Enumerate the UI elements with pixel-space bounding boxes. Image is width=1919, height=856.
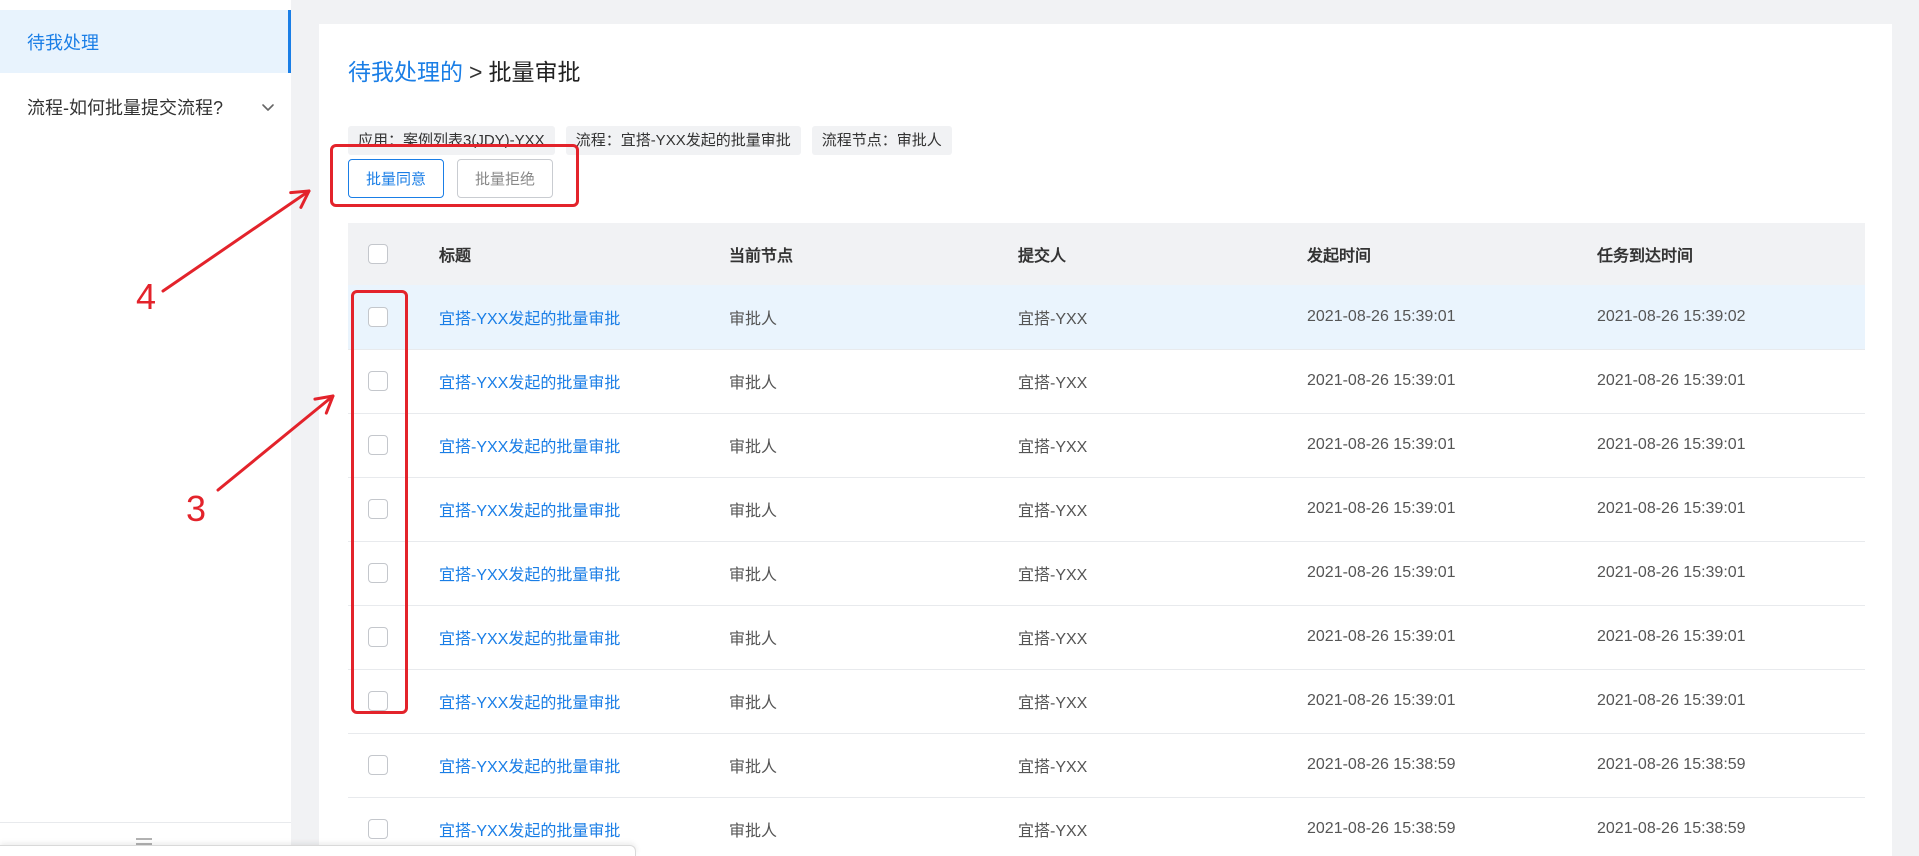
- row-submitter: 宜搭-YXX: [1018, 503, 1088, 520]
- tag-process: 流程：宜搭-YXX发起的批量审批: [565, 126, 801, 155]
- row-title-link[interactable]: 宜搭-YXX发起的批量审批: [439, 631, 620, 648]
- row-select-cell: [348, 733, 439, 797]
- row-current-node: 审批人: [729, 439, 778, 456]
- row-current-node: 审批人: [729, 631, 778, 648]
- sidebar: 待我处理 流程-如何批量提交流程?: [0, 0, 291, 856]
- row-current-node: 审批人: [729, 759, 778, 776]
- row-title-link[interactable]: 宜搭-YXX发起的批量审批: [439, 823, 620, 840]
- row-current-node: 审批人: [729, 823, 778, 840]
- row-start-time: 2021-08-26 15:39:01: [1307, 628, 1456, 645]
- task-table: 标题 当前节点 提交人 发起时间 任务到达时间 宜搭-YXX发起的批量审批 审批人…: [348, 223, 1865, 856]
- tag-process-node: 流程节点：审批人: [811, 126, 952, 155]
- column-header-title: 标题: [439, 248, 472, 265]
- row-submitter: 宜搭-YXX: [1018, 631, 1088, 648]
- table-row[interactable]: 宜搭-YXX发起的批量审批 审批人 宜搭-YXX 2021-08-26 15:39:0…: [348, 605, 1865, 669]
- table-body: 宜搭-YXX发起的批量审批 审批人 宜搭-YXX 2021-08-26 15:39:0…: [348, 285, 1865, 856]
- breadcrumb-parent-link[interactable]: 待我处理的: [348, 59, 463, 85]
- column-header-submitter: 提交人: [1018, 248, 1067, 265]
- row-title-link[interactable]: 宜搭-YXX发起的批量审批: [439, 759, 620, 776]
- table-row[interactable]: 宜搭-YXX发起的批量审批 审批人 宜搭-YXX 2021-08-26 15:39:0…: [348, 413, 1865, 477]
- sidebar-item-batch-submit-process[interactable]: 流程-如何批量提交流程?: [0, 75, 291, 138]
- row-checkbox[interactable]: [368, 755, 388, 775]
- row-title-cell: 宜搭-YXX发起的批量审批: [439, 605, 729, 669]
- row-title-link[interactable]: 宜搭-YXX发起的批量审批: [439, 695, 620, 712]
- row-submitter: 宜搭-YXX: [1018, 823, 1088, 840]
- row-title-cell: 宜搭-YXX发起的批量审批: [439, 541, 729, 605]
- sidebar-item-pending[interactable]: 待我处理: [0, 10, 291, 73]
- table-header-row: 标题 当前节点 提交人 发起时间 任务到达时间: [348, 223, 1865, 285]
- row-title-cell: 宜搭-YXX发起的批量审批: [439, 285, 729, 349]
- table-row[interactable]: 宜搭-YXX发起的批量审批 审批人 宜搭-YXX 2021-08-26 15:39:0…: [348, 477, 1865, 541]
- row-arrival-time: 2021-08-26 15:39:01: [1597, 628, 1746, 645]
- row-start-time: 2021-08-26 15:39:01: [1307, 564, 1456, 581]
- row-submitter: 宜搭-YXX: [1018, 695, 1088, 712]
- column-header-start-time: 发起时间: [1307, 248, 1372, 265]
- row-current-node: 审批人: [729, 503, 778, 520]
- row-title-link[interactable]: 宜搭-YXX发起的批量审批: [439, 503, 620, 520]
- row-start-time: 2021-08-26 15:38:59: [1307, 756, 1456, 773]
- row-arrival-time: 2021-08-26 15:39:01: [1597, 436, 1746, 453]
- row-checkbox[interactable]: [368, 819, 388, 839]
- row-arrival-time: 2021-08-26 15:39:01: [1597, 692, 1746, 709]
- row-title-link[interactable]: 宜搭-YXX发起的批量审批: [439, 439, 620, 456]
- row-title-cell: 宜搭-YXX发起的批量审批: [439, 669, 729, 733]
- row-current-node: 审批人: [729, 375, 778, 392]
- select-all-cell: [348, 223, 439, 285]
- annotation-box-batch-buttons: [330, 144, 579, 207]
- row-title-cell: 宜搭-YXX发起的批量审批: [439, 413, 729, 477]
- row-title-cell: 宜搭-YXX发起的批量审批: [439, 349, 729, 413]
- page-title: 批量审批: [488, 59, 581, 85]
- table-header: 标题 当前节点 提交人 发起时间 任务到达时间: [348, 223, 1865, 285]
- breadcrumb-separator: >: [469, 59, 483, 85]
- annotation-label-3: 3: [186, 488, 207, 529]
- table-row[interactable]: 宜搭-YXX发起的批量审批 审批人 宜搭-YXX 2021-08-26 15:39:0…: [348, 541, 1865, 605]
- row-submitter: 宜搭-YXX: [1018, 567, 1088, 584]
- sidebar-item-label: 待我处理: [27, 32, 99, 53]
- row-arrival-time: 2021-08-26 15:39:01: [1597, 564, 1746, 581]
- row-arrival-time: 2021-08-26 15:38:59: [1597, 756, 1746, 773]
- select-all-checkbox[interactable]: [368, 244, 388, 264]
- row-arrival-time: 2021-08-26 15:39:01: [1597, 372, 1746, 389]
- row-arrival-time: 2021-08-26 15:38:59: [1597, 820, 1746, 837]
- row-title-link[interactable]: 宜搭-YXX发起的批量审批: [439, 567, 620, 584]
- row-current-node: 审批人: [729, 567, 778, 584]
- column-header-arrival-time: 任务到达时间: [1597, 248, 1694, 265]
- row-start-time: 2021-08-26 15:39:01: [1307, 692, 1456, 709]
- annotation-box-row-checkboxes: [351, 290, 408, 714]
- row-start-time: 2021-08-26 15:39:01: [1307, 372, 1456, 389]
- row-title-link[interactable]: 宜搭-YXX发起的批量审批: [439, 375, 620, 392]
- row-start-time: 2021-08-26 15:39:01: [1307, 307, 1456, 325]
- row-submitter: 宜搭-YXX: [1018, 439, 1088, 456]
- row-start-time: 2021-08-26 15:39:01: [1307, 500, 1456, 517]
- row-arrival-time: 2021-08-26 15:39:02: [1597, 307, 1746, 325]
- row-submitter: 宜搭-YXX: [1018, 375, 1088, 392]
- row-title-cell: 宜搭-YXX发起的批量审批: [439, 733, 729, 797]
- row-title-cell: 宜搭-YXX发起的批量审批: [439, 477, 729, 541]
- bottom-panel: [0, 845, 636, 856]
- row-start-time: 2021-08-26 15:38:59: [1307, 820, 1456, 837]
- row-start-time: 2021-08-26 15:39:01: [1307, 436, 1456, 453]
- breadcrumb: 待我处理的 > 批量审批: [348, 57, 580, 87]
- sidebar-item-label: 流程-如何批量提交流程?: [27, 97, 224, 118]
- table-row[interactable]: 宜搭-YXX发起的批量审批 审批人 宜搭-YXX 2021-08-26 15:39:0…: [348, 285, 1865, 349]
- table-row[interactable]: 宜搭-YXX发起的批量审批 审批人 宜搭-YXX 2021-08-26 15:39:0…: [348, 349, 1865, 413]
- table-row[interactable]: 宜搭-YXX发起的批量审批 审批人 宜搭-YXX 2021-08-26 15:39:0…: [348, 669, 1865, 733]
- row-title-link[interactable]: 宜搭-YXX发起的批量审批: [439, 311, 620, 328]
- row-current-node: 审批人: [729, 310, 778, 328]
- table-row[interactable]: 宜搭-YXX发起的批量审批 审批人 宜搭-YXX 2021-08-26 15:38:5…: [348, 733, 1865, 797]
- row-current-node: 审批人: [729, 695, 778, 712]
- chevron-down-icon[interactable]: [260, 99, 276, 115]
- row-submitter: 宜搭-YXX: [1018, 310, 1088, 328]
- column-header-current-node: 当前节点: [729, 248, 794, 265]
- annotation-label-4: 4: [136, 276, 157, 317]
- row-arrival-time: 2021-08-26 15:39:01: [1597, 500, 1746, 517]
- row-submitter: 宜搭-YXX: [1018, 759, 1088, 776]
